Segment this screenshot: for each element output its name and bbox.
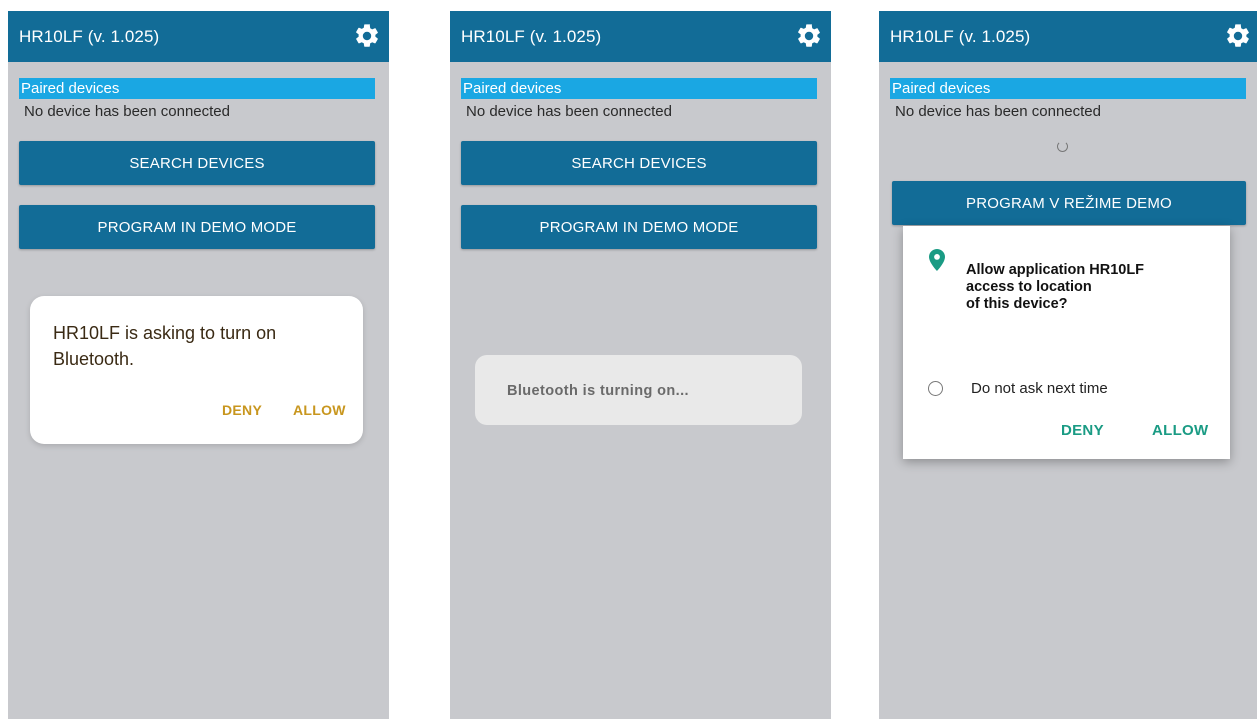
paired-devices-header: Paired devices [19,78,375,99]
paired-devices-header: Paired devices [461,78,817,99]
demo-mode-button[interactable]: PROGRAM IN DEMO MODE [19,205,375,249]
app-bar: HR10LF (v. 1.025) [8,11,389,62]
app-title: HR10LF (v. 1.025) [890,27,1031,46]
deny-button[interactable]: DENY [222,402,262,418]
demo-mode-button[interactable]: PROGRAM V REŽIME DEMO [892,181,1246,225]
no-device-text: No device has been connected [466,103,672,120]
do-not-ask-radio[interactable] [928,381,943,396]
phone-screen-bluetooth-request: HR10LF (v. 1.025) Paired devices No devi… [8,11,389,719]
phone-screen-location-permission: HR10LF (v. 1.025) Paired devices No devi… [879,11,1257,719]
search-devices-button[interactable]: SEARCH DEVICES [19,141,375,185]
toast-message: Bluetooth is turning on... [507,383,689,399]
search-devices-button[interactable]: SEARCH DEVICES [461,141,817,185]
gear-icon[interactable] [795,22,823,50]
permission-title: Allow application HR10LF access to locat… [966,262,1145,312]
demo-mode-button[interactable]: PROGRAM IN DEMO MODE [461,205,817,249]
spinner-icon [1057,141,1068,152]
no-device-text: No device has been connected [24,103,230,120]
gear-icon[interactable] [353,22,381,50]
location-permission-dialog: Allow application HR10LF access to locat… [903,226,1230,459]
dialog-message: HR10LF is asking to turn on Bluetooth. [53,323,277,369]
paired-devices-header: Paired devices [890,78,1246,99]
allow-button[interactable]: ALLOW [1152,422,1208,439]
bluetooth-toast: Bluetooth is turning on... [475,355,802,425]
bluetooth-request-dialog: HR10LF is asking to turn on Bluetooth. D… [30,296,363,444]
phone-screen-bluetooth-turning-on: HR10LF (v. 1.025) Paired devices No devi… [450,11,831,719]
deny-button[interactable]: DENY [1061,422,1104,439]
app-bar: HR10LF (v. 1.025) [450,11,831,62]
location-pin-icon [929,249,945,271]
app-bar: HR10LF (v. 1.025) [879,11,1257,62]
app-title: HR10LF (v. 1.025) [461,27,602,46]
do-not-ask-label[interactable]: Do not ask next time [971,380,1108,397]
gear-icon[interactable] [1224,22,1252,50]
app-title: HR10LF (v. 1.025) [19,27,160,46]
allow-button[interactable]: ALLOW [293,402,346,418]
no-device-text: No device has been connected [895,103,1101,120]
